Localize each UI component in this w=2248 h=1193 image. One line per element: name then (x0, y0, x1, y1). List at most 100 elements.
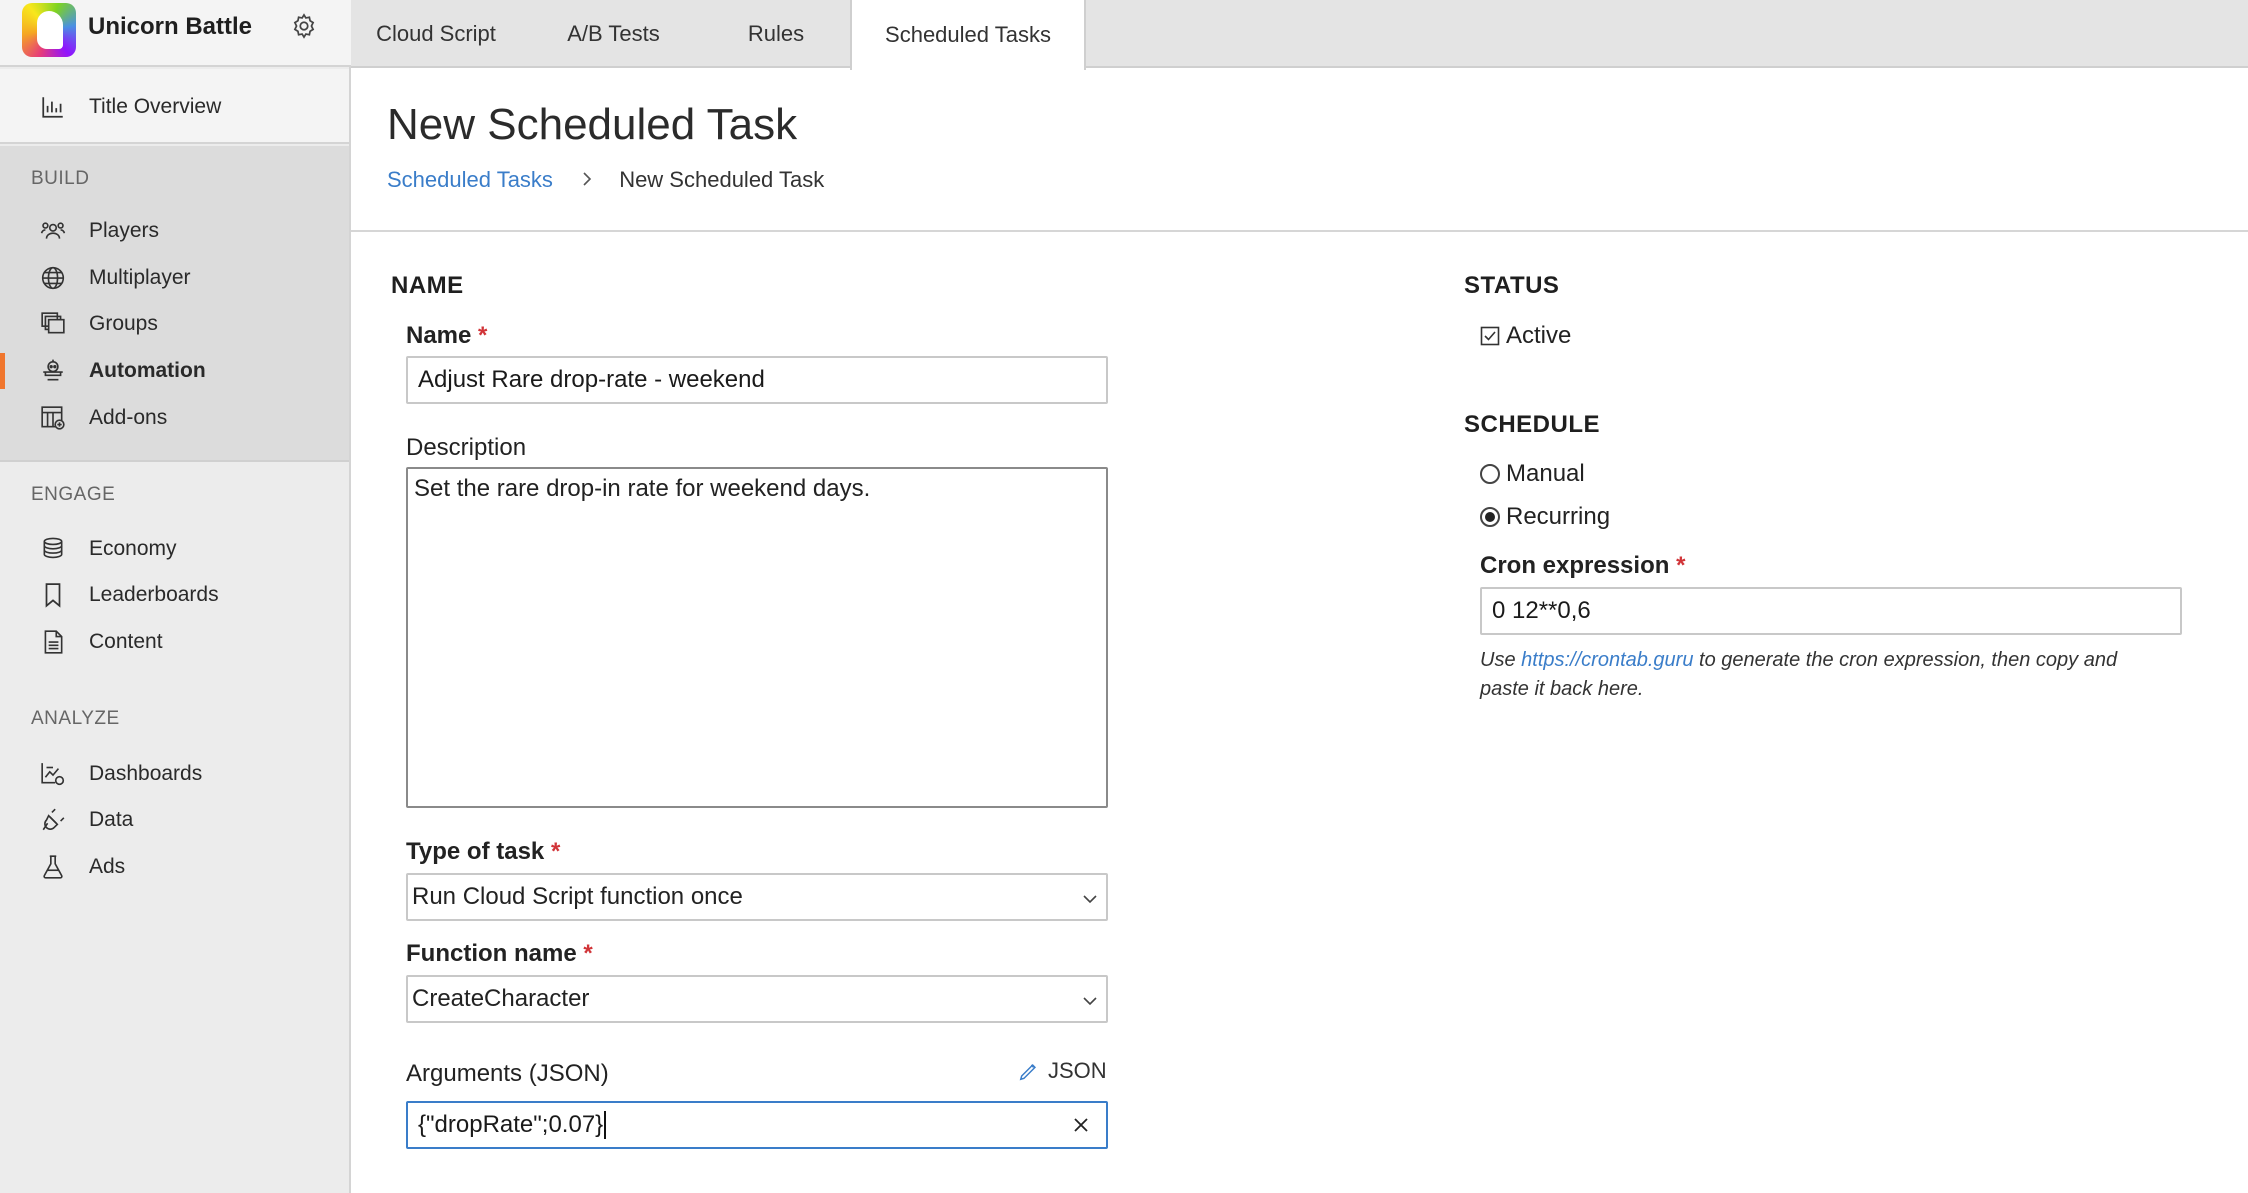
section-label-build: BUILD (31, 168, 90, 189)
recurring-label: Recurring (1506, 503, 1611, 530)
sidebar-item-title-overview[interactable]: Title Overview (0, 85, 349, 129)
plug-icon (42, 808, 65, 831)
nav-top-group: Title Overview (0, 69, 349, 144)
nav-build-group: BUILD Players Multiplayer Groups Automat… (0, 146, 349, 462)
breadcrumb: Scheduled Tasks New Scheduled Task (387, 167, 824, 193)
sidebar-item-dashboards[interactable]: Dashboards (0, 752, 349, 796)
sidebar-item-label: Economy (89, 537, 177, 560)
bar-chart-icon (42, 97, 63, 118)
json-link-label: JSON (1048, 1058, 1107, 1083)
sidebar: Unicorn Battle Title Overview BUILD Play… (0, 0, 351, 1193)
task-type-label: Type of task * (406, 838, 560, 866)
function-name-select[interactable]: CreateCharacter (406, 975, 1108, 1023)
json-editor-link[interactable]: JSON (1018, 1058, 1107, 1084)
brand-header: Unicorn Battle (0, 0, 351, 67)
chevron-down-icon (1083, 997, 1097, 1006)
radio-unchecked-icon (1480, 464, 1500, 484)
sidebar-item-label: Automation (89, 359, 206, 382)
sidebar-item-label: Title Overview (89, 95, 222, 118)
close-icon[interactable] (1070, 1114, 1092, 1136)
tab-cloud-script[interactable]: Cloud Script (351, 0, 521, 68)
sidebar-item-economy[interactable]: Economy (0, 527, 349, 571)
name-label: Name * (406, 322, 487, 350)
manual-radio[interactable]: Manual (1480, 460, 1585, 488)
cron-expression-input[interactable]: 0 12**0,6 (1480, 587, 2182, 635)
app-title: Unicorn Battle (88, 13, 253, 40)
header-divider (351, 230, 2248, 232)
task-type-label-text: Type of task (406, 838, 545, 865)
sidebar-item-multiplayer[interactable]: Multiplayer (0, 256, 349, 300)
tab-scheduled-tasks[interactable]: Scheduled Tasks (850, 0, 1086, 70)
sidebar-item-add-ons[interactable]: Add-ons (0, 396, 349, 440)
pencil-icon (1019, 1064, 1036, 1081)
tab-ab-tests[interactable]: A/B Tests (521, 0, 706, 68)
sidebar-item-label: Data (89, 808, 134, 831)
description-textarea[interactable]: Set the rare drop-in rate for weekend da… (406, 467, 1108, 808)
sidebar-item-players[interactable]: Players (0, 209, 349, 253)
sidebar-item-label: Content (89, 630, 163, 653)
arguments-input[interactable]: {"dropRate";0.07} (406, 1101, 1108, 1149)
cron-value: 0 12**0,6 (1492, 597, 1591, 624)
groups-icon (41, 312, 65, 334)
sidebar-item-label: Add-ons (89, 406, 168, 429)
function-name-label: Function name * (406, 940, 593, 968)
section-title-schedule: SCHEDULE (1464, 411, 1601, 438)
task-type-select[interactable]: Run Cloud Script function once (406, 873, 1108, 921)
cron-hint: Use https://crontab.guru to generate the… (1480, 646, 2160, 704)
chevron-right-icon (581, 167, 593, 193)
breadcrumb-link-scheduled-tasks[interactable]: Scheduled Tasks (387, 167, 553, 192)
arguments-label: Arguments (JSON) (406, 1060, 609, 1087)
dashboard-icon (41, 763, 65, 786)
active-checkbox[interactable]: Active (1480, 322, 1571, 350)
name-label-text: Name (406, 322, 472, 349)
text-caret (604, 1111, 607, 1139)
sidebar-item-data[interactable]: Data (0, 798, 349, 842)
checkbox-checked-icon (1480, 326, 1500, 346)
recurring-radio[interactable]: Recurring (1480, 503, 1610, 531)
sidebar-item-leaderboards[interactable]: Leaderboards (0, 573, 349, 617)
active-label: Active (1506, 322, 1572, 349)
section-title-status: STATUS (1464, 272, 1560, 299)
gear-icon[interactable] (290, 12, 318, 40)
document-icon (44, 630, 63, 654)
sidebar-item-label: Dashboards (89, 762, 203, 785)
globe-icon (41, 266, 65, 290)
radio-checked-icon (1480, 507, 1500, 527)
function-label-text: Function name (406, 940, 577, 967)
sidebar-item-label: Groups (89, 312, 158, 335)
flask-icon (43, 855, 63, 879)
bookmark-icon (45, 583, 61, 608)
required-mark: * (478, 322, 488, 349)
breadcrumb-current: New Scheduled Task (619, 167, 825, 192)
sidebar-item-automation[interactable]: Automation (0, 349, 349, 393)
name-input[interactable]: Adjust Rare drop-rate - weekend (406, 356, 1108, 404)
unicorn-logo-icon (22, 3, 76, 57)
page-title: New Scheduled Task (387, 100, 798, 149)
automation-robot-icon (43, 359, 63, 381)
add-ons-icon (41, 406, 65, 430)
chevron-down-icon (1083, 895, 1097, 904)
sidebar-item-groups[interactable]: Groups (0, 302, 349, 346)
required-mark: * (583, 940, 593, 967)
manual-label: Manual (1506, 460, 1585, 487)
tab-bar: Cloud Script A/B Tests Rules Scheduled T… (351, 0, 2248, 70)
required-mark: * (550, 838, 561, 865)
sidebar-item-label: Ads (89, 855, 126, 878)
tab-rules[interactable]: Rules (706, 0, 846, 68)
sidebar-item-label: Multiplayer (89, 266, 191, 289)
description-value: Set the rare drop-in rate for weekend da… (414, 475, 871, 502)
name-input-value: Adjust Rare drop-rate - weekend (418, 366, 765, 393)
cron-label-text: Cron expression (1480, 552, 1670, 579)
cron-label: Cron expression * (1480, 552, 1685, 580)
sidebar-item-ads[interactable]: Ads (0, 845, 349, 889)
players-icon (40, 222, 66, 239)
section-label-engage: ENGAGE (31, 484, 116, 505)
required-mark: * (1676, 552, 1686, 579)
arguments-value: {"dropRate";0.07} (418, 1111, 604, 1138)
sidebar-item-label: Leaderboards (89, 583, 219, 606)
hint-prefix: Use (1480, 649, 1516, 671)
sidebar-item-content[interactable]: Content (0, 620, 349, 664)
function-name-value: CreateCharacter (412, 985, 590, 1012)
crontab-guru-link[interactable]: https://crontab.guru (1521, 649, 1693, 671)
coins-stack-icon (43, 537, 63, 559)
